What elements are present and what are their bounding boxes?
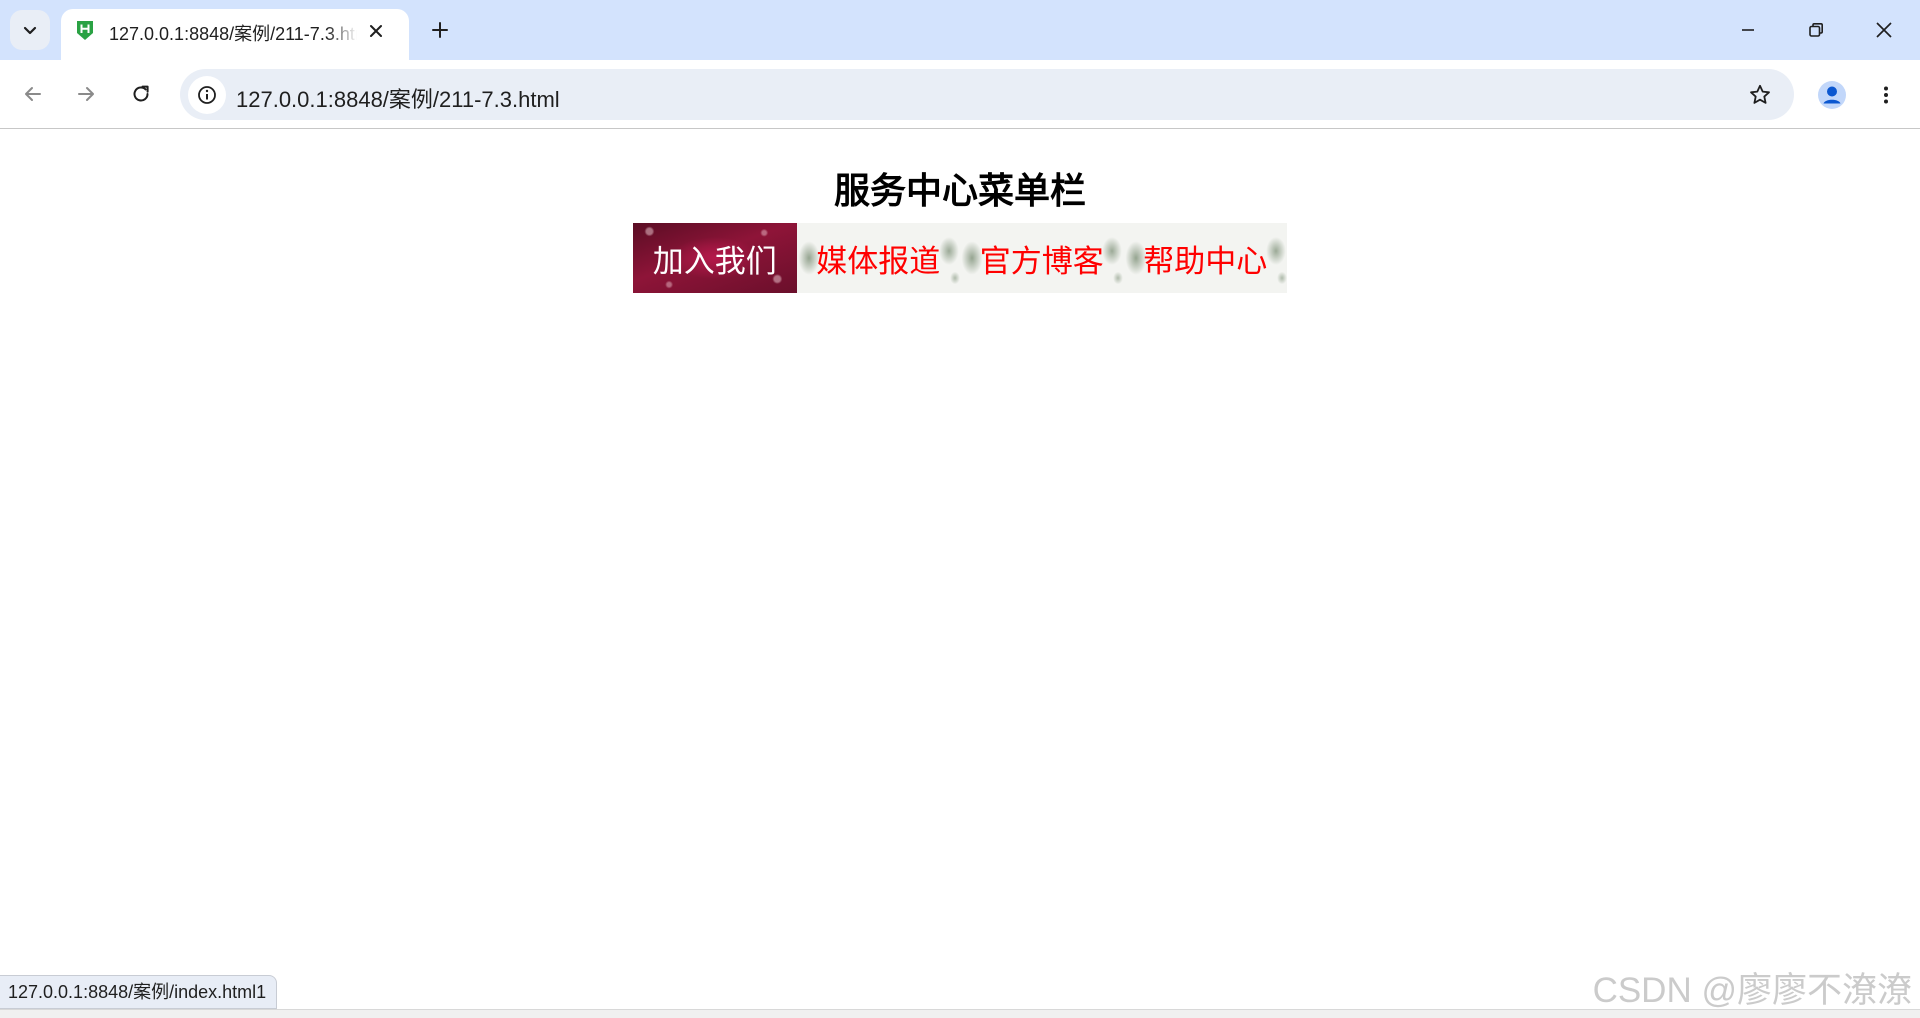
minimize-button[interactable] [1726, 8, 1770, 52]
menu-item-join-us[interactable]: 加入我们 [633, 223, 797, 293]
watermark: CSDN @廖廖不潦潦 [1592, 971, 1912, 1010]
reload-icon [133, 85, 149, 102]
restore-button[interactable] [1794, 8, 1838, 52]
page-title: 服务中心菜单栏 [833, 170, 1086, 211]
tab-search-button[interactable] [10, 10, 50, 50]
plus-icon [432, 22, 448, 38]
page-viewport: 服务中心菜单栏 加入我们 媒体报道 官方博客 帮助中心 [0, 130, 1920, 1018]
info-icon [198, 86, 216, 104]
new-tab-button[interactable] [424, 14, 456, 46]
forward-button[interactable] [66, 74, 106, 114]
reload-button[interactable] [121, 74, 161, 114]
hbuilder-icon [77, 21, 93, 40]
address-bar[interactable]: 127.0.0.1:8848/案例/211-7.3.html [180, 69, 1794, 120]
browser-toolbar: 127.0.0.1:8848/案例/211-7.3.html [0, 60, 1920, 129]
close-icon [1876, 22, 1892, 38]
status-link-preview: 127.0.0.1:8848/案例/index.html1 [0, 975, 278, 1009]
menu-item-media-reports[interactable]: 媒体报道 [796, 223, 960, 293]
arrow-right-icon [78, 87, 94, 101]
tab-close-button[interactable] [365, 20, 387, 42]
browser-menu-button[interactable] [1866, 75, 1906, 115]
arrow-left-icon [25, 87, 41, 101]
more-vertical-icon [1884, 86, 1888, 104]
tab-title: 127.0.0.1:8848/案例/211-7.3.html [109, 24, 357, 44]
url-text[interactable]: 127.0.0.1:8848/案例/211-7.3.html [236, 82, 560, 114]
browser-tab[interactable]: 127.0.0.1:8848/案例/211-7.3.html [61, 9, 409, 60]
close-icon [370, 25, 382, 37]
chevron-down-icon [23, 26, 37, 35]
site-info-button[interactable] [188, 76, 226, 114]
avatar-icon [1818, 81, 1846, 109]
minimize-icon [1742, 29, 1754, 31]
bookmark-button[interactable] [1742, 77, 1778, 113]
tab-strip: 127.0.0.1:8848/案例/211-7.3.html [0, 0, 1920, 60]
service-menu: 加入我们 媒体报道 官方博客 帮助中心 [633, 223, 1287, 293]
profile-button[interactable] [1812, 75, 1852, 115]
menu-item-help-center[interactable]: 帮助中心 [1123, 223, 1287, 293]
close-window-button[interactable] [1862, 8, 1906, 52]
back-button[interactable] [13, 74, 53, 114]
menu-item-official-blog[interactable]: 官方博客 [960, 223, 1124, 293]
window-bottom-edge [0, 1009, 1920, 1018]
star-icon [1750, 84, 1770, 104]
restore-icon [1809, 23, 1823, 37]
